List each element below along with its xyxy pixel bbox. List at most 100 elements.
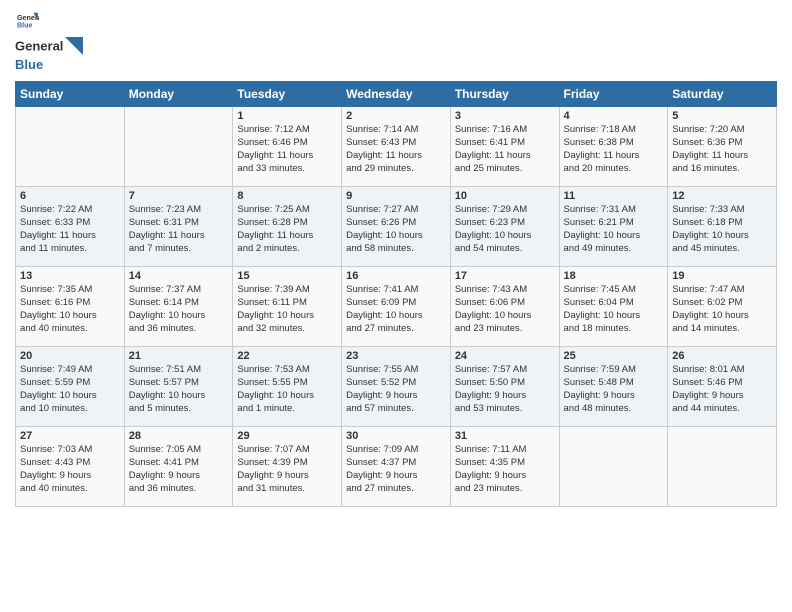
day-number: 27 — [20, 430, 120, 442]
cell-w3-d6: 18Sunrise: 7:45 AM Sunset: 6:04 PM Dayli… — [559, 266, 668, 346]
week-row-3: 13Sunrise: 7:35 AM Sunset: 6:16 PM Dayli… — [16, 266, 777, 346]
cell-w2-d7: 12Sunrise: 7:33 AM Sunset: 6:18 PM Dayli… — [668, 186, 777, 266]
cell-w3-d2: 14Sunrise: 7:37 AM Sunset: 6:14 PM Dayli… — [124, 266, 233, 346]
day-number: 1 — [237, 110, 337, 122]
cell-text: Sunrise: 7:55 AM Sunset: 5:52 PM Dayligh… — [346, 363, 446, 416]
cell-w5-d7 — [668, 426, 777, 506]
cell-text: Sunrise: 7:25 AM Sunset: 6:28 PM Dayligh… — [237, 203, 337, 256]
day-header-tuesday: Tuesday — [233, 81, 342, 106]
day-number: 17 — [455, 270, 555, 282]
cell-w4-d3: 22Sunrise: 7:53 AM Sunset: 5:55 PM Dayli… — [233, 346, 342, 426]
cell-w4-d5: 24Sunrise: 7:57 AM Sunset: 5:50 PM Dayli… — [450, 346, 559, 426]
cell-w4-d4: 23Sunrise: 7:55 AM Sunset: 5:52 PM Dayli… — [342, 346, 451, 426]
day-number: 2 — [346, 110, 446, 122]
cell-text: Sunrise: 7:22 AM Sunset: 6:33 PM Dayligh… — [20, 203, 120, 256]
cell-text: Sunrise: 7:39 AM Sunset: 6:11 PM Dayligh… — [237, 283, 337, 336]
cell-w5-d2: 28Sunrise: 7:05 AM Sunset: 4:41 PM Dayli… — [124, 426, 233, 506]
day-header-saturday: Saturday — [668, 81, 777, 106]
day-number: 25 — [564, 350, 664, 362]
cell-text: Sunrise: 7:03 AM Sunset: 4:43 PM Dayligh… — [20, 443, 120, 496]
week-row-1: 1Sunrise: 7:12 AM Sunset: 6:46 PM Daylig… — [16, 106, 777, 186]
day-number: 24 — [455, 350, 555, 362]
cell-w3-d3: 15Sunrise: 7:39 AM Sunset: 6:11 PM Dayli… — [233, 266, 342, 346]
cell-w2-d6: 11Sunrise: 7:31 AM Sunset: 6:21 PM Dayli… — [559, 186, 668, 266]
cell-w3-d5: 17Sunrise: 7:43 AM Sunset: 6:06 PM Dayli… — [450, 266, 559, 346]
day-number: 26 — [672, 350, 772, 362]
cell-text: Sunrise: 7:18 AM Sunset: 6:38 PM Dayligh… — [564, 123, 664, 176]
cell-w1-d3: 1Sunrise: 7:12 AM Sunset: 6:46 PM Daylig… — [233, 106, 342, 186]
cell-text: Sunrise: 7:07 AM Sunset: 4:39 PM Dayligh… — [237, 443, 337, 496]
cell-text: Sunrise: 7:45 AM Sunset: 6:04 PM Dayligh… — [564, 283, 664, 336]
cell-text: Sunrise: 7:20 AM Sunset: 6:36 PM Dayligh… — [672, 123, 772, 176]
cell-text: Sunrise: 7:49 AM Sunset: 5:59 PM Dayligh… — [20, 363, 120, 416]
day-number: 11 — [564, 190, 664, 202]
day-number: 21 — [129, 350, 229, 362]
cell-text: Sunrise: 7:12 AM Sunset: 6:46 PM Dayligh… — [237, 123, 337, 176]
svg-text:Blue: Blue — [17, 22, 33, 30]
day-number: 9 — [346, 190, 446, 202]
cell-text: Sunrise: 7:33 AM Sunset: 6:18 PM Dayligh… — [672, 203, 772, 256]
cell-text: Sunrise: 7:59 AM Sunset: 5:48 PM Dayligh… — [564, 363, 664, 416]
day-number: 3 — [455, 110, 555, 122]
cell-text: Sunrise: 7:43 AM Sunset: 6:06 PM Dayligh… — [455, 283, 555, 336]
logo-area: General Blue General Blue — [15, 10, 83, 73]
cell-text: Sunrise: 7:31 AM Sunset: 6:21 PM Dayligh… — [564, 203, 664, 256]
day-number: 29 — [237, 430, 337, 442]
day-number: 30 — [346, 430, 446, 442]
day-number: 20 — [20, 350, 120, 362]
day-number: 10 — [455, 190, 555, 202]
calendar-table: SundayMondayTuesdayWednesdayThursdayFrid… — [15, 81, 777, 507]
cell-text: Sunrise: 7:23 AM Sunset: 6:31 PM Dayligh… — [129, 203, 229, 256]
cell-text: Sunrise: 7:14 AM Sunset: 6:43 PM Dayligh… — [346, 123, 446, 176]
cell-text: Sunrise: 7:51 AM Sunset: 5:57 PM Dayligh… — [129, 363, 229, 416]
cell-w5-d5: 31Sunrise: 7:11 AM Sunset: 4:35 PM Dayli… — [450, 426, 559, 506]
cell-w1-d6: 4Sunrise: 7:18 AM Sunset: 6:38 PM Daylig… — [559, 106, 668, 186]
day-number: 5 — [672, 110, 772, 122]
cell-w1-d1 — [16, 106, 125, 186]
cell-text: Sunrise: 7:09 AM Sunset: 4:37 PM Dayligh… — [346, 443, 446, 496]
day-number: 22 — [237, 350, 337, 362]
day-header-sunday: Sunday — [16, 81, 125, 106]
cell-w5-d1: 27Sunrise: 7:03 AM Sunset: 4:43 PM Dayli… — [16, 426, 125, 506]
cell-text: Sunrise: 7:57 AM Sunset: 5:50 PM Dayligh… — [455, 363, 555, 416]
week-row-4: 20Sunrise: 7:49 AM Sunset: 5:59 PM Dayli… — [16, 346, 777, 426]
cell-text: Sunrise: 8:01 AM Sunset: 5:46 PM Dayligh… — [672, 363, 772, 416]
day-number: 6 — [20, 190, 120, 202]
week-row-5: 27Sunrise: 7:03 AM Sunset: 4:43 PM Dayli… — [16, 426, 777, 506]
cell-w5-d3: 29Sunrise: 7:07 AM Sunset: 4:39 PM Dayli… — [233, 426, 342, 506]
logo: General Blue General Blue — [15, 10, 83, 73]
cell-w3-d7: 19Sunrise: 7:47 AM Sunset: 6:02 PM Dayli… — [668, 266, 777, 346]
cell-w2-d4: 9Sunrise: 7:27 AM Sunset: 6:26 PM Daylig… — [342, 186, 451, 266]
cell-text: Sunrise: 7:53 AM Sunset: 5:55 PM Dayligh… — [237, 363, 337, 416]
cell-text: Sunrise: 7:37 AM Sunset: 6:14 PM Dayligh… — [129, 283, 229, 336]
day-number: 12 — [672, 190, 772, 202]
page-container: General Blue General Blue SundayMondayTu… — [0, 0, 792, 517]
cell-w1-d4: 2Sunrise: 7:14 AM Sunset: 6:43 PM Daylig… — [342, 106, 451, 186]
day-number: 7 — [129, 190, 229, 202]
day-header-wednesday: Wednesday — [342, 81, 451, 106]
day-header-monday: Monday — [124, 81, 233, 106]
cell-w2-d5: 10Sunrise: 7:29 AM Sunset: 6:23 PM Dayli… — [450, 186, 559, 266]
cell-w3-d4: 16Sunrise: 7:41 AM Sunset: 6:09 PM Dayli… — [342, 266, 451, 346]
day-number: 8 — [237, 190, 337, 202]
cell-text: Sunrise: 7:41 AM Sunset: 6:09 PM Dayligh… — [346, 283, 446, 336]
cell-w4-d6: 25Sunrise: 7:59 AM Sunset: 5:48 PM Dayli… — [559, 346, 668, 426]
week-row-2: 6Sunrise: 7:22 AM Sunset: 6:33 PM Daylig… — [16, 186, 777, 266]
day-number: 13 — [20, 270, 120, 282]
day-header-friday: Friday — [559, 81, 668, 106]
cell-w2-d3: 8Sunrise: 7:25 AM Sunset: 6:28 PM Daylig… — [233, 186, 342, 266]
day-number: 15 — [237, 270, 337, 282]
cell-text: Sunrise: 7:27 AM Sunset: 6:26 PM Dayligh… — [346, 203, 446, 256]
cell-w2-d1: 6Sunrise: 7:22 AM Sunset: 6:33 PM Daylig… — [16, 186, 125, 266]
cell-w5-d6 — [559, 426, 668, 506]
cell-w2-d2: 7Sunrise: 7:23 AM Sunset: 6:31 PM Daylig… — [124, 186, 233, 266]
cell-text: Sunrise: 7:11 AM Sunset: 4:35 PM Dayligh… — [455, 443, 555, 496]
day-number: 23 — [346, 350, 446, 362]
day-number: 16 — [346, 270, 446, 282]
day-number: 4 — [564, 110, 664, 122]
cell-text: Sunrise: 7:29 AM Sunset: 6:23 PM Dayligh… — [455, 203, 555, 256]
cell-w4-d1: 20Sunrise: 7:49 AM Sunset: 5:59 PM Dayli… — [16, 346, 125, 426]
day-number: 28 — [129, 430, 229, 442]
cell-text: Sunrise: 7:35 AM Sunset: 6:16 PM Dayligh… — [20, 283, 120, 336]
day-number: 18 — [564, 270, 664, 282]
